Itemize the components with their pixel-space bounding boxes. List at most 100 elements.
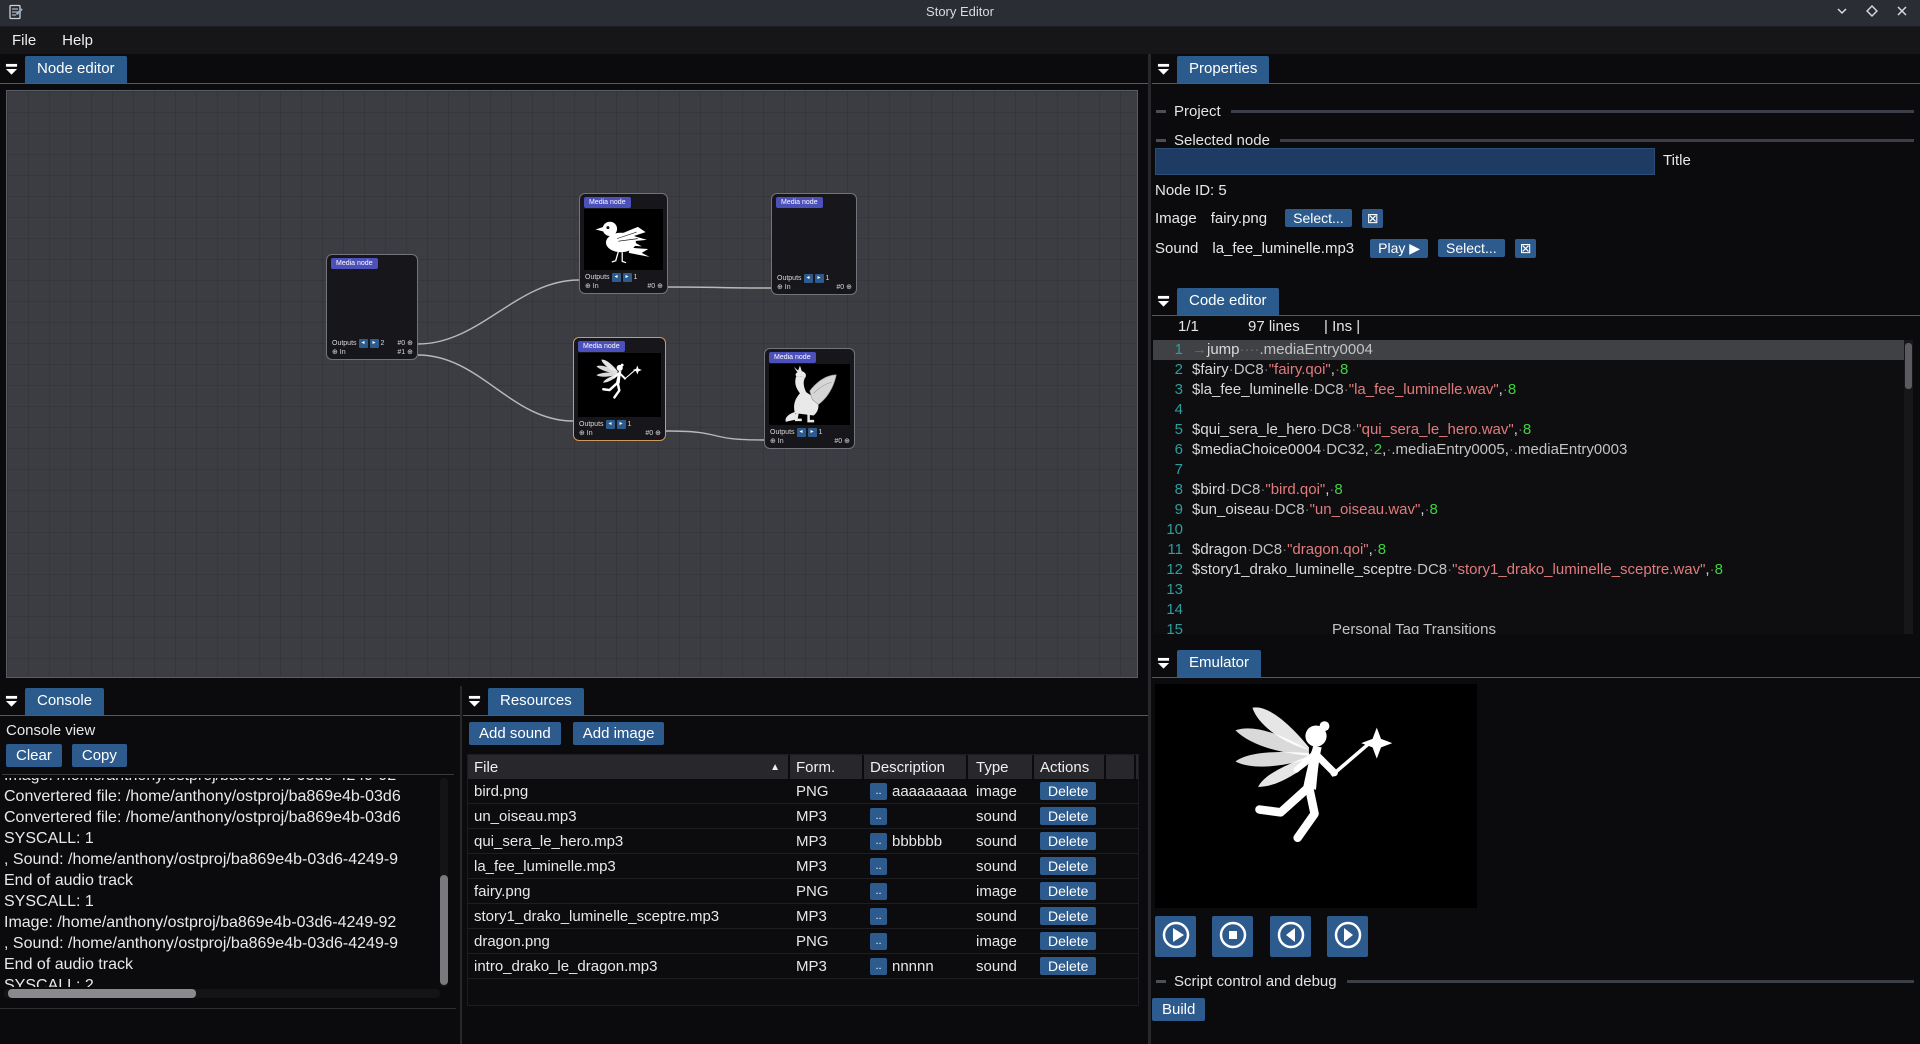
add-sound-button[interactable]: Add sound xyxy=(469,722,561,745)
node-graph-canvas[interactable]: Media nodeOutputs◂▸2⊕ In#0 ⊕#1 ⊕ Media no… xyxy=(6,90,1138,678)
code-editor-view[interactable]: 1→jump····.mediaEntry00042$fairy·DC8·"fa… xyxy=(1153,340,1911,634)
table-row[interactable]: bird.pngPNG..aaaaaaaaaimageDelete xyxy=(468,779,1138,804)
code-line[interactable]: 1→jump····.mediaEntry0004 xyxy=(1153,340,1911,360)
code-line[interactable]: 9$un_oiseau·DC8·"un_oiseau.wav",·8 xyxy=(1153,500,1911,520)
code-line[interactable]: 14 xyxy=(1153,600,1911,620)
code-line[interactable]: 7 xyxy=(1153,460,1911,480)
stop-button[interactable] xyxy=(1212,916,1253,957)
menu-help[interactable]: Help xyxy=(62,32,93,49)
collapse-icon[interactable] xyxy=(1157,295,1170,308)
delete-button[interactable]: Delete xyxy=(1040,932,1096,950)
fairy-node[interactable]: Media nodeOutputs◂▸1⊕ In#0 ⊕ xyxy=(573,337,666,441)
code-line[interactable]: 8$bird·DC8·"bird.qoi",·8 xyxy=(1153,480,1911,500)
console-horizontal-scrollbar[interactable] xyxy=(4,989,440,998)
delete-button[interactable]: Delete xyxy=(1040,832,1096,850)
description-edit-button[interactable]: .. xyxy=(870,958,887,975)
code-line[interactable]: 13 xyxy=(1153,580,1911,600)
play-button[interactable] xyxy=(1155,916,1196,957)
description-edit-button[interactable]: .. xyxy=(870,783,887,800)
end-node[interactable]: Media nodeOutputs◂▸1⊕ In#0 ⊕ xyxy=(771,193,857,295)
code-line[interactable]: 5$qui_sera_le_hero·DC8·"qui_sera_le_hero… xyxy=(1153,420,1911,440)
collapse-icon[interactable] xyxy=(5,63,18,76)
title-bar[interactable]: Story Editor xyxy=(0,0,1920,27)
delete-button[interactable]: Delete xyxy=(1040,807,1096,825)
output-port[interactable]: #0 ⊕ xyxy=(397,339,413,348)
image-clear-button[interactable]: ⊠ xyxy=(1362,209,1384,228)
code-line[interactable]: 6$mediaChoice0004·DC32,·2,·.mediaEntry00… xyxy=(1153,440,1911,460)
code-line[interactable]: 12$story1_drako_luminelle_sceptre·DC8·"s… xyxy=(1153,560,1911,580)
delete-button[interactable]: Delete xyxy=(1040,782,1096,800)
close-button[interactable] xyxy=(1892,3,1912,23)
add-image-button[interactable]: Add image xyxy=(573,722,665,745)
delete-button[interactable]: Delete xyxy=(1040,907,1096,925)
outputs-increment-button[interactable]: ▸ xyxy=(815,274,824,283)
collapse-icon[interactable] xyxy=(1157,657,1170,670)
image-select-button[interactable]: Select... xyxy=(1285,209,1352,227)
outputs-decrement-button[interactable]: ◂ xyxy=(359,339,368,348)
step-forward-button[interactable] xyxy=(1327,916,1368,957)
outputs-increment-button[interactable]: ▸ xyxy=(617,420,626,429)
clear-button[interactable]: Clear xyxy=(6,744,62,767)
column-header-description[interactable]: Description xyxy=(864,755,968,779)
outputs-increment-button[interactable]: ▸ xyxy=(808,428,817,437)
minimize-button[interactable] xyxy=(1832,3,1852,23)
maximize-button[interactable] xyxy=(1862,3,1882,23)
output-port[interactable]: #1 ⊕ xyxy=(397,348,413,357)
sound-play-button[interactable]: Play ▶ xyxy=(1370,239,1428,258)
code-line[interactable]: 2$fairy·DC8·"fairy.qoi",·8 xyxy=(1153,360,1911,380)
table-row[interactable]: un_oiseau.mp3MP3..soundDelete xyxy=(468,804,1138,829)
table-row[interactable]: qui_sera_le_hero.mp3MP3..bbbbbbsoundDele… xyxy=(468,829,1138,854)
table-row[interactable]: intro_drako_le_dragon.mp3MP3..nnnnnsound… xyxy=(468,954,1138,979)
column-header-file[interactable]: File▲ xyxy=(468,755,790,779)
table-row[interactable]: fairy.pngPNG..imageDelete xyxy=(468,879,1138,904)
delete-button[interactable]: Delete xyxy=(1040,882,1096,900)
code-line[interactable]: 10 xyxy=(1153,520,1911,540)
description-edit-button[interactable]: .. xyxy=(870,933,887,950)
column-header-form[interactable]: Form. xyxy=(790,755,864,779)
description-edit-button[interactable]: .. xyxy=(870,808,887,825)
delete-button[interactable]: Delete xyxy=(1040,857,1096,875)
start-node[interactable]: Media nodeOutputs◂▸2⊕ In#0 ⊕#1 ⊕ xyxy=(326,254,418,360)
output-port[interactable]: #0 ⊕ xyxy=(647,282,663,291)
outputs-increment-button[interactable]: ▸ xyxy=(370,339,379,348)
code-line[interactable]: 11$dragon·DC8·"dragon.qoi",·8 xyxy=(1153,540,1911,560)
table-row[interactable]: dragon.pngPNG..imageDelete xyxy=(468,929,1138,954)
table-row[interactable]: story1_drako_luminelle_sceptre.mp3MP3..s… xyxy=(468,904,1138,929)
code-editor-scrollbar[interactable] xyxy=(1904,340,1913,634)
output-port[interactable]: #0 ⊕ xyxy=(834,437,850,446)
sound-clear-button[interactable]: ⊠ xyxy=(1515,239,1537,258)
console-vertical-scrollbar[interactable] xyxy=(440,778,448,987)
console-log[interactable]: Image: /home/anthony/ostproj/ba869e4b-03… xyxy=(4,778,436,987)
dragon-node[interactable]: Media nodeOutputs◂▸1⊕ In#0 ⊕ xyxy=(764,348,855,449)
description-edit-button[interactable]: .. xyxy=(870,883,887,900)
sound-select-button[interactable]: Select... xyxy=(1438,239,1505,257)
title-input[interactable] xyxy=(1155,148,1655,175)
output-port[interactable]: #0 ⊕ xyxy=(645,429,661,438)
main-splitter[interactable] xyxy=(1148,54,1151,1044)
code-line[interactable]: 3$la_fee_luminelle·DC8·"la_fee_luminelle… xyxy=(1153,380,1911,400)
outputs-decrement-button[interactable]: ◂ xyxy=(804,274,813,283)
outputs-increment-button[interactable]: ▸ xyxy=(623,273,632,282)
bird-node[interactable]: Media nodeOutputs◂▸1⊕ In#0 ⊕ xyxy=(579,193,668,294)
column-header-type[interactable]: Type xyxy=(968,755,1034,779)
table-row[interactable]: la_fee_luminelle.mp3MP3..soundDelete xyxy=(468,854,1138,879)
build-button[interactable]: Build xyxy=(1152,998,1205,1021)
column-header-actions[interactable]: Actions xyxy=(1034,755,1106,779)
copy-button[interactable]: Copy xyxy=(72,744,127,767)
code-line[interactable]: 15Personal Tag Transitions xyxy=(1153,620,1911,634)
outputs-decrement-button[interactable]: ◂ xyxy=(612,273,621,282)
outputs-decrement-button[interactable]: ◂ xyxy=(606,420,615,429)
bottom-splitter[interactable] xyxy=(460,686,462,1044)
delete-button[interactable]: Delete xyxy=(1040,957,1096,975)
menu-file[interactable]: File xyxy=(12,32,36,49)
output-port[interactable]: #0 ⊕ xyxy=(836,283,852,292)
code-line[interactable]: 4 xyxy=(1153,400,1911,420)
description-edit-button[interactable]: .. xyxy=(870,908,887,925)
outputs-decrement-button[interactable]: ◂ xyxy=(797,428,806,437)
tab-code-editor[interactable]: Code editor xyxy=(1177,288,1279,315)
collapse-icon[interactable] xyxy=(1157,63,1170,76)
tab-properties[interactable]: Properties xyxy=(1177,56,1269,83)
description-edit-button[interactable]: .. xyxy=(870,858,887,875)
tab-emulator[interactable]: Emulator xyxy=(1177,650,1261,677)
description-edit-button[interactable]: .. xyxy=(870,833,887,850)
